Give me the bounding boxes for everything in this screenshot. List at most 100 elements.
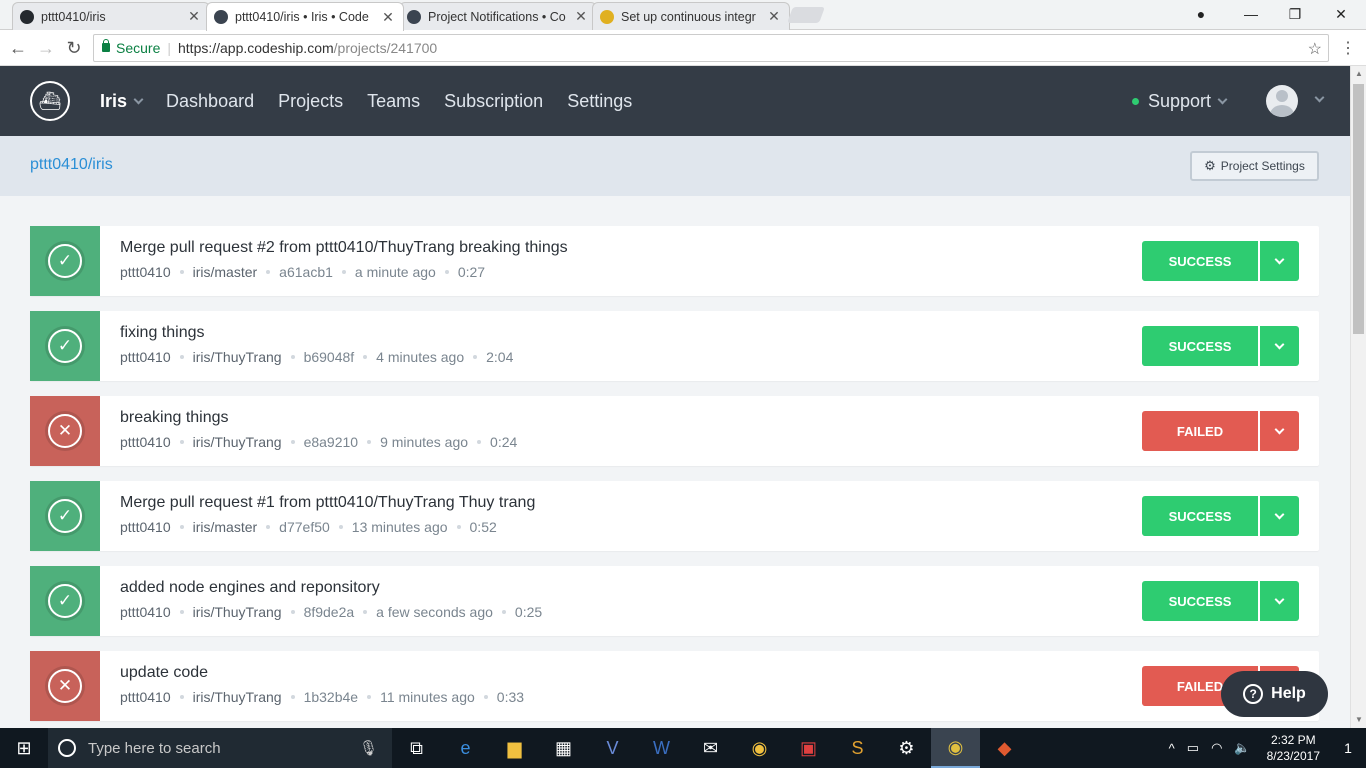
build-branch[interactable]: iris/ThuyTrang (193, 349, 282, 365)
support-menu[interactable]: Support (1132, 66, 1228, 136)
build-author[interactable]: pttt0410 (120, 264, 171, 280)
task-view-icon[interactable]: ⧉ (392, 728, 441, 768)
volume-icon[interactable]: 🔈 (1234, 740, 1250, 756)
build-title[interactable]: added node engines and reponsitory (120, 579, 380, 597)
browser-tab-setup-ci[interactable]: Set up continuous integr ✕ (592, 2, 790, 30)
build-commit[interactable]: 8f9de2a (304, 604, 355, 620)
windows-start-icon[interactable]: ⊞ (0, 728, 48, 768)
bookmark-star-icon[interactable]: ☆ (1308, 39, 1322, 59)
build-commit[interactable]: a61acb1 (279, 264, 333, 280)
chrome-icon[interactable]: ◉ (931, 728, 980, 768)
build-title[interactable]: update code (120, 664, 208, 682)
build-status-badge[interactable]: SUCCESS (1142, 496, 1258, 536)
clock[interactable]: 2:32 PM 8/23/2017 (1267, 732, 1320, 764)
taskbar-search[interactable]: Type here to search 🎙 (48, 728, 392, 768)
build-title[interactable]: fixing things (120, 324, 205, 342)
notification-center-icon[interactable]: 1 (1330, 728, 1366, 768)
reload-icon[interactable]: ↻ (62, 36, 86, 60)
build-title[interactable]: Merge pull request #1 from pttt0410/Thuy… (120, 494, 535, 512)
chevron-down-icon[interactable] (1314, 92, 1325, 103)
profile-icon[interactable]: ● (1178, 0, 1224, 30)
build-author[interactable]: pttt0410 (120, 689, 171, 705)
scrollbar-thumb[interactable] (1353, 84, 1364, 334)
build-author[interactable]: pttt0410 (120, 434, 171, 450)
build-row[interactable]: ✓ Merge pull request #2 from pttt0410/Th… (30, 226, 1319, 296)
org-switcher[interactable]: Iris (100, 91, 144, 112)
sublime-icon[interactable]: S (833, 728, 882, 768)
close-icon[interactable]: ✕ (187, 8, 201, 25)
file-explorer-icon[interactable]: ▆ (490, 728, 539, 768)
mail-icon[interactable]: ✉ (686, 728, 735, 768)
build-row[interactable]: ✓ fixing things pttt0410 iris/ThuyTrang … (30, 311, 1319, 381)
breadcrumb[interactable]: pttt0410/iris (30, 156, 113, 174)
build-status-badge[interactable]: FAILED (1142, 411, 1258, 451)
close-icon[interactable]: ✕ (574, 8, 588, 25)
build-row[interactable]: ✓ Merge pull request #1 from pttt0410/Th… (30, 481, 1319, 551)
nav-subscription[interactable]: Subscription (444, 91, 543, 112)
build-actions-dropdown[interactable] (1260, 326, 1299, 366)
build-actions-dropdown[interactable] (1260, 241, 1299, 281)
build-branch[interactable]: iris/ThuyTrang (193, 434, 282, 450)
build-status-badge[interactable]: SUCCESS (1142, 581, 1258, 621)
forward-icon[interactable]: → (34, 36, 58, 60)
close-icon[interactable]: ✕ (767, 8, 781, 25)
browser-tab-notifications[interactable]: Project Notifications • Co ✕ (399, 2, 597, 30)
build-title[interactable]: breaking things (120, 409, 229, 427)
edge-icon[interactable]: e (441, 728, 490, 768)
microphone-icon[interactable]: 🎙 (359, 739, 378, 757)
build-author[interactable]: pttt0410 (120, 519, 171, 535)
build-author[interactable]: pttt0410 (120, 349, 171, 365)
back-icon[interactable]: ← (6, 36, 30, 60)
meta-separator (477, 440, 482, 444)
build-row[interactable]: ✕ breaking things pttt0410 iris/ThuyTran… (30, 396, 1319, 466)
build-row[interactable]: ✕ update code pttt0410 iris/ThuyTrang 1b… (30, 651, 1319, 721)
chevron-up-icon[interactable]: ^ (1169, 741, 1175, 756)
project-settings-button[interactable]: ⚙ Project Settings (1190, 151, 1319, 181)
codeship-logo-icon[interactable]: ⛴ (30, 81, 70, 121)
build-commit[interactable]: d77ef50 (279, 519, 330, 535)
build-actions-dropdown[interactable] (1260, 581, 1299, 621)
close-icon[interactable]: ✕ (381, 9, 395, 26)
build-row[interactable]: ✓ added node engines and reponsitory ptt… (30, 566, 1319, 636)
nav-teams[interactable]: Teams (367, 91, 420, 112)
build-status-badge[interactable]: SUCCESS (1142, 326, 1258, 366)
build-commit[interactable]: b69048f (304, 349, 355, 365)
build-branch[interactable]: iris/master (193, 264, 258, 280)
scroll-up-icon[interactable]: ▲ (1351, 66, 1366, 82)
help-button[interactable]: ? Help (1221, 671, 1328, 717)
browser-tab-codeship-project[interactable]: pttt0410/iris • Iris • Code ✕ (206, 2, 404, 31)
scrollbar[interactable]: ▲ ▼ (1350, 66, 1366, 728)
nav-settings[interactable]: Settings (567, 91, 632, 112)
close-window-button[interactable]: ✕ (1318, 0, 1364, 30)
restore-button[interactable]: ❐ (1272, 0, 1318, 30)
git-icon[interactable]: ◆ (980, 728, 1029, 768)
build-commit[interactable]: 1b32b4e (304, 689, 359, 705)
build-actions-dropdown[interactable] (1260, 496, 1299, 536)
filezilla-icon[interactable]: ▣ (784, 728, 833, 768)
build-commit[interactable]: e8a9210 (304, 434, 359, 450)
new-tab-button[interactable] (787, 7, 825, 23)
nav-dashboard[interactable]: Dashboard (166, 91, 254, 112)
settings-gear-icon[interactable]: ⚙ (882, 728, 931, 768)
build-branch[interactable]: iris/master (193, 519, 258, 535)
scroll-down-icon[interactable]: ▼ (1351, 712, 1366, 728)
store-icon[interactable]: ▦ (539, 728, 588, 768)
battery-icon[interactable]: ▭ (1187, 740, 1199, 756)
build-branch[interactable]: iris/ThuyTrang (193, 689, 282, 705)
url-field[interactable]: Secure | https://app.codeship.com /proje… (93, 34, 1329, 62)
avatar[interactable] (1266, 85, 1298, 117)
word-icon[interactable]: W (637, 728, 686, 768)
visual-studio-icon[interactable]: V (588, 728, 637, 768)
app-icon[interactable]: ◉ (735, 728, 784, 768)
nav-projects[interactable]: Projects (278, 91, 343, 112)
browser-menu-icon[interactable]: ⋮ (1340, 38, 1356, 58)
wifi-icon[interactable]: ◠ (1211, 740, 1222, 756)
build-status-badge[interactable]: SUCCESS (1142, 241, 1258, 281)
build-branch[interactable]: iris/ThuyTrang (193, 604, 282, 620)
build-title[interactable]: Merge pull request #2 from pttt0410/Thuy… (120, 239, 568, 257)
browser-tab-github[interactable]: pttt0410/iris ✕ (12, 2, 210, 30)
build-actions-dropdown[interactable] (1260, 411, 1299, 451)
build-author[interactable]: pttt0410 (120, 604, 171, 620)
build-status-strip: ✕ (30, 651, 100, 721)
minimize-button[interactable]: — (1228, 0, 1274, 30)
